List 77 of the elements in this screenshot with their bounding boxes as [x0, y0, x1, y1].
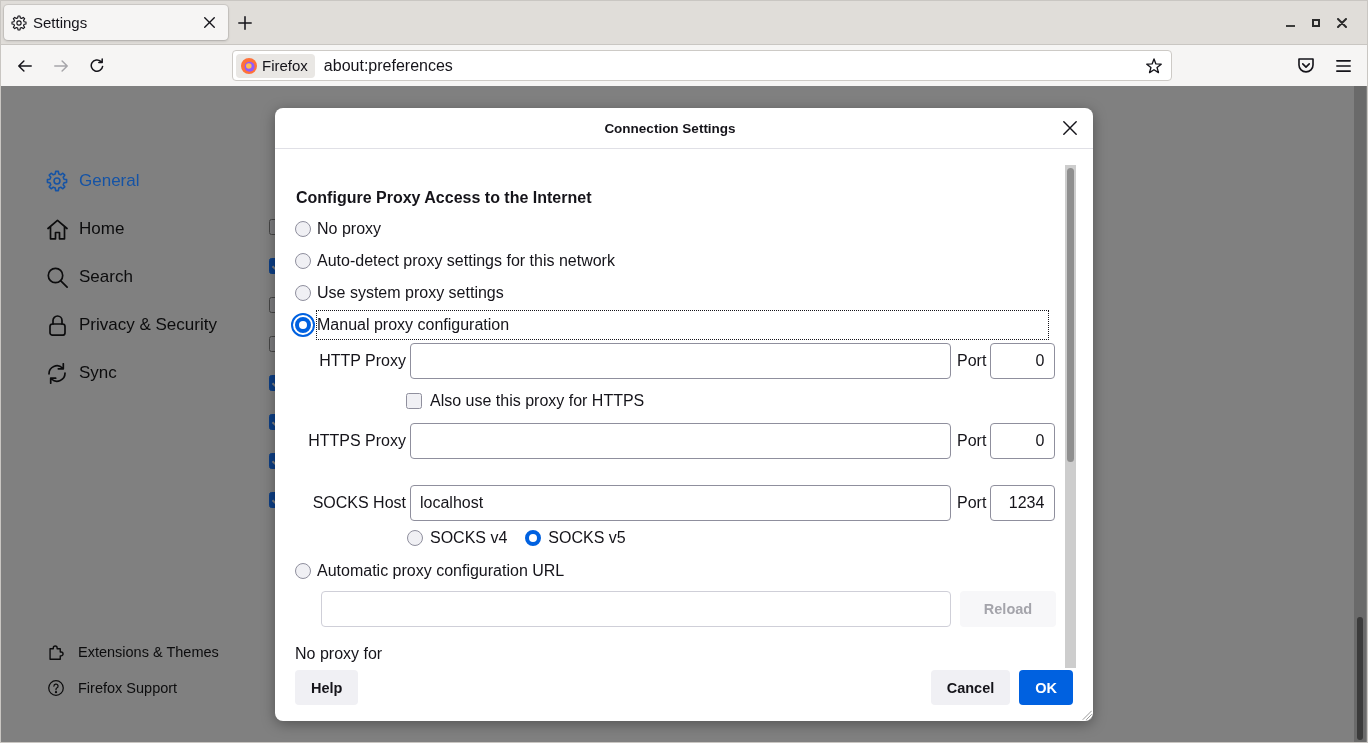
checkbox-label: Also use this proxy for HTTPS: [430, 392, 645, 410]
address-bar[interactable]: Firefox about:preferences: [232, 50, 1172, 81]
sidebar-link[interactable]: Firefox Support: [46, 670, 178, 706]
radio-label: Use system proxy settings: [317, 284, 504, 302]
chevron-shield-icon: [1298, 58, 1314, 73]
port-field[interactable]: 0: [990, 343, 1056, 379]
radio-label: Automatic proxy configuration URL: [317, 562, 565, 580]
text-field[interactable]: [410, 423, 951, 459]
radio-button[interactable]: [407, 530, 423, 546]
field-label: SOCKS Host: [312, 494, 406, 512]
identity-button[interactable]: Firefox: [236, 53, 315, 78]
logo-icon: [241, 57, 257, 74]
radio-label: SOCKS v4: [430, 529, 508, 547]
sidebar-link[interactable]: Extensions & Themes: [46, 634, 219, 670]
sync-icon: [47, 362, 67, 384]
help-button[interactable]: Help: [295, 670, 359, 705]
radio-label: No proxy: [317, 220, 382, 238]
text-field[interactable]: localhost: [410, 485, 951, 521]
field-label: Port: [957, 494, 987, 512]
puzzle-piece-icon: [48, 644, 64, 660]
checkbox[interactable]: [269, 492, 275, 508]
radio-label: Auto-detect proxy settings for this network: [317, 252, 615, 270]
checkbox[interactable]: [269, 336, 275, 352]
plus-icon: [238, 15, 252, 30]
gear-icon: [46, 170, 68, 192]
maximize-icon: [1312, 18, 1320, 27]
checkbox[interactable]: [269, 219, 275, 235]
search-icon: [46, 266, 68, 288]
sidebar-item[interactable]: Privacy & Security: [46, 301, 217, 349]
scrollbar-thumb[interactable]: [1357, 617, 1363, 740]
close-icon: [1063, 121, 1077, 135]
gear-icon: [11, 14, 27, 31]
checkbox[interactable]: [269, 297, 275, 313]
field-label: HTTPS Proxy: [308, 432, 406, 450]
scrollbar-thumb[interactable]: [1067, 168, 1074, 462]
checkbox[interactable]: [269, 258, 275, 274]
checkbox[interactable]: [269, 414, 275, 430]
field-label: HTTP Proxy: [319, 352, 406, 370]
section-heading: Configure Proxy Access to the Internet: [296, 188, 592, 208]
scrollbar[interactable]: [1065, 165, 1076, 668]
close-icon: [203, 17, 215, 28]
resize-grip-icon: [1082, 710, 1092, 720]
checkbox[interactable]: [406, 393, 422, 409]
sidebar-item[interactable]: Sync: [46, 349, 117, 397]
browser-tab[interactable]: Settings: [4, 5, 228, 40]
port-field[interactable]: 0: [990, 423, 1056, 459]
radio-button[interactable]: [295, 253, 311, 269]
forward-arrow-icon: [54, 59, 68, 72]
scrollbar[interactable]: [1354, 86, 1366, 742]
radio-label: Manual proxy configuration: [316, 310, 1049, 340]
text-field[interactable]: [410, 343, 951, 379]
radio-label: SOCKS v5: [548, 529, 626, 547]
dialog-title: Connection Settings: [604, 120, 736, 136]
help-icon: [48, 680, 64, 696]
menu-icon: [1335, 59, 1351, 72]
checkbox[interactable]: [269, 375, 275, 391]
cancel-button[interactable]: Cancel: [930, 670, 1011, 705]
radio-button[interactable]: [525, 530, 542, 546]
back-arrow-icon: [18, 59, 32, 72]
radio-button[interactable]: [291, 313, 315, 337]
radio-button[interactable]: [295, 285, 311, 301]
field-label: Port: [957, 432, 987, 450]
lock-icon: [47, 314, 67, 336]
reload-icon: [90, 58, 104, 73]
field-label: No proxy for: [295, 644, 383, 664]
minimize-icon: [1285, 25, 1295, 27]
home-icon: [46, 218, 68, 240]
radio-button[interactable]: [295, 221, 311, 237]
sidebar-item[interactable]: Home: [46, 205, 125, 253]
star-icon: [1146, 57, 1162, 74]
sidebar-item[interactable]: Search: [46, 253, 133, 301]
field-label: Port: [957, 352, 987, 370]
port-field[interactable]: 1234: [990, 485, 1056, 521]
radio-button[interactable]: [295, 563, 311, 579]
close-icon: [1337, 17, 1347, 28]
ok-button[interactable]: OK: [1019, 670, 1073, 705]
checkbox[interactable]: [269, 453, 275, 469]
